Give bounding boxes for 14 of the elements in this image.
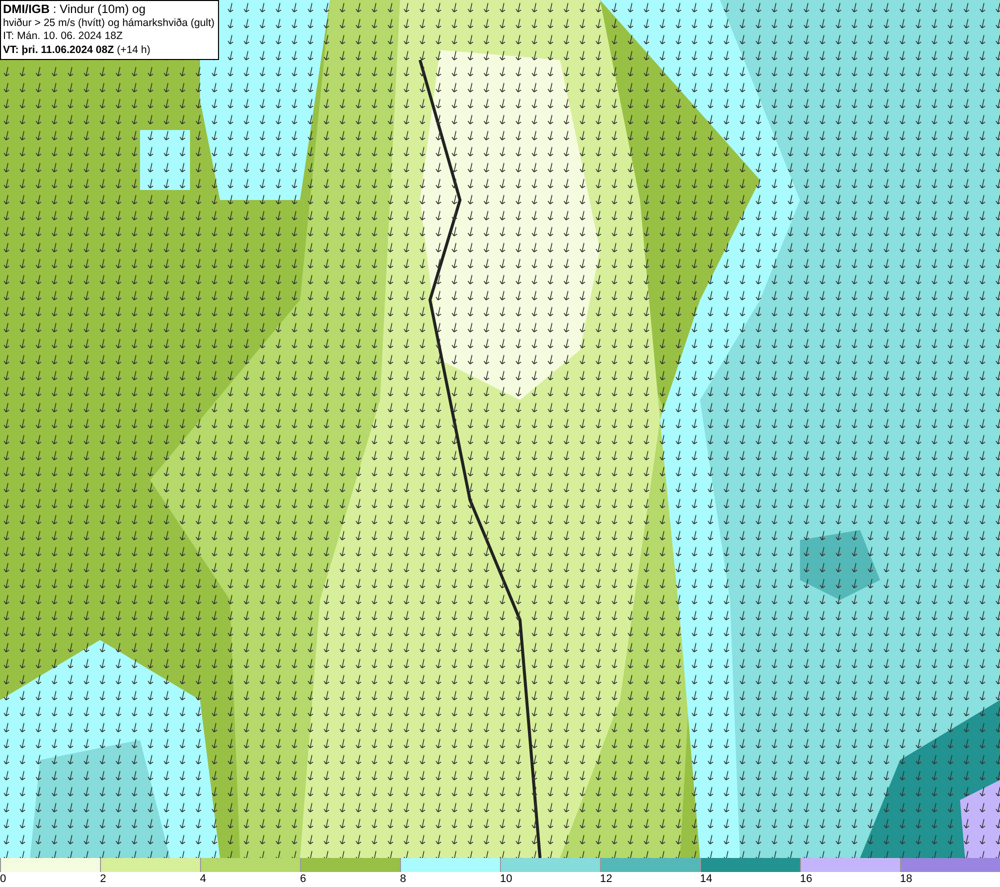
title-line: DMI/IGB : Vindur (10m) og [3,3,146,16]
title-line: VT: þri. 11.06.2024 08Z (+14 h) [3,44,152,57]
legend-label: 12 [600,872,612,886]
legend-label: 6 [300,872,306,886]
legend-label: 8 [400,872,406,886]
title-line: hviður > 25 m/s (hvítt) og hámarkshviða (gult) [3,16,215,30]
legend-label: 10 [500,872,512,886]
title-line: IT: Mán. 10. 06. 2024 18Z [3,30,124,44]
legend-label: 16 [800,872,812,886]
legend-label: 2 [100,872,106,886]
legend-label: 0 [0,872,6,886]
legend-label: 18 [900,872,912,886]
legend-label: 14 [700,872,712,886]
legend-label: 4 [200,872,206,886]
